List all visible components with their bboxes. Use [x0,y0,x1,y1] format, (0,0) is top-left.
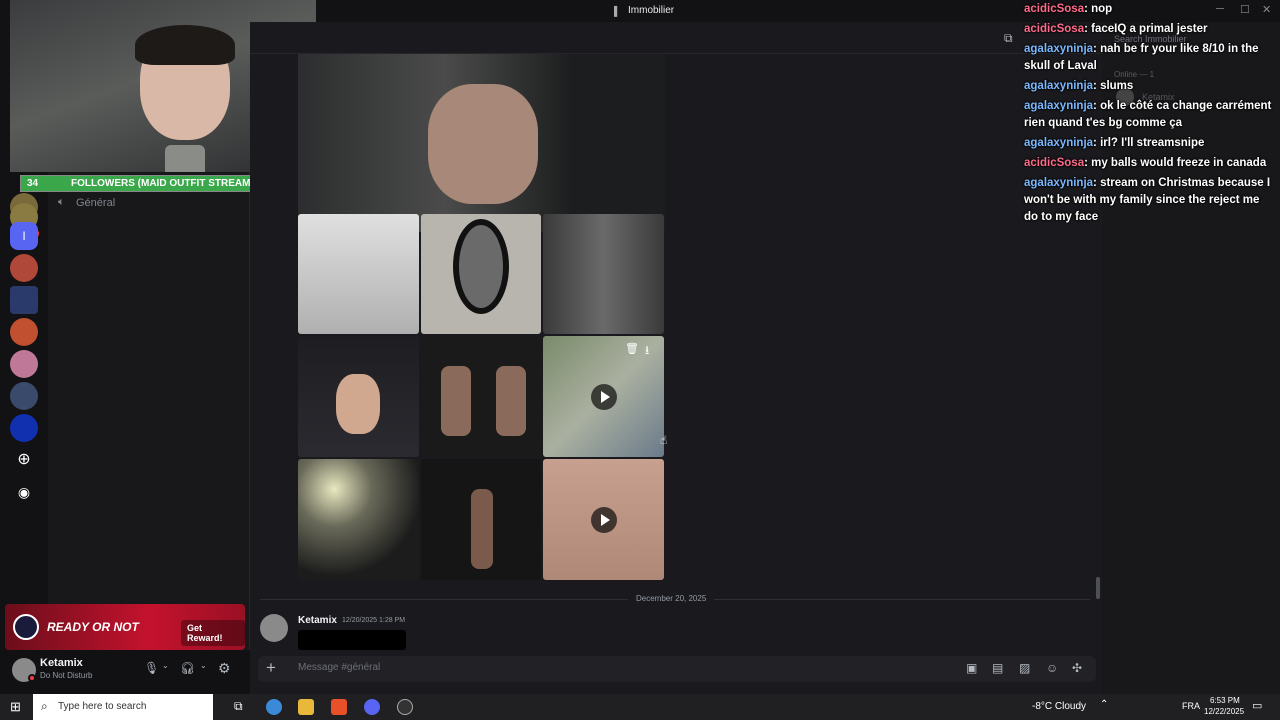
server-icon-4[interactable] [10,286,38,314]
add-server-icon[interactable]: ⊕ [10,446,38,474]
message-author[interactable]: Ketamix [298,615,337,626]
gallery-image-large[interactable] [298,54,665,232]
play-icon[interactable] [590,383,617,410]
copilot-icon[interactable] [266,699,282,715]
chat-user: agalaxyninja [1024,100,1094,112]
chevron-down-icon[interactable]: ⌄ [200,661,207,670]
follower-label: FOLLOWERS (MAID OUTFIT STREAM) [71,178,254,189]
window-title: Immobilier [628,5,675,16]
taskbar-search-input[interactable]: Type here to search [58,701,146,712]
dnd-status-icon [28,674,36,682]
user-panel: Ketamix Do Not Disturb 🎙︎ ⌄ 🎧︎ ⌄ ⚙ [0,650,250,694]
chat-message: acidicSosa: faceIQ a primal jester [1024,23,1208,35]
message-redacted [298,630,406,650]
chat-message: agalaxyninja: ok le côté ca change carré… [1024,100,1272,129]
message-composer[interactable]: + Message #général ▣ ▤ ▨ ☺ ✣ [258,656,1096,682]
gallery-image[interactable] [421,336,541,457]
gear-icon[interactable]: ⚙ [218,660,231,677]
chat-user: agalaxyninja [1024,177,1094,189]
scrollbar-thumb[interactable] [1096,577,1100,599]
speaker-icon: 🔈︎ [58,196,65,208]
chat-user: agalaxyninja [1024,80,1094,92]
server-icon-7[interactable] [10,382,38,410]
streamer-hair [135,25,235,65]
chat-message: agalaxyninja: nah be fr your like 8/10 i… [1024,43,1259,72]
taskbar: ⊞ ⌕ Type here to search ⧉ -8°C Cloudy ⌃ … [0,694,1280,720]
gallery-video[interactable]: 🗑︎ ⭳ [543,336,664,457]
follower-current: 34 [27,178,39,189]
user-status: Do Not Disturb [40,671,93,680]
date-divider: December 20, 2025 [628,594,715,603]
sticker-icon[interactable]: ▨ [1019,661,1030,675]
chat-message: acidicSosa: my balls would freeze in can… [1024,157,1267,169]
server-icon-immobilier[interactable]: I [10,222,38,250]
brave-browser-icon[interactable] [331,699,347,715]
channel-hash-icon: ▌ [614,6,621,16]
photo-subject [428,84,538,204]
server-icon-8[interactable] [10,414,38,442]
chevron-up-icon[interactable]: ⌃ [1100,699,1108,710]
chat-user: acidicSosa [1024,3,1085,15]
microphone [165,145,205,172]
promo-banner[interactable]: READY OR NOT Get Reward! [5,604,245,650]
gallery-video[interactable] [543,459,664,580]
gallery-image[interactable] [421,459,541,580]
notification-icon[interactable]: ▭ [1252,699,1262,712]
voice-channel-general[interactable]: Général [76,197,115,209]
gif-icon[interactable]: ▤ [992,661,1003,675]
threads-icon[interactable]: ⧉ [1004,31,1013,46]
chat-message: agalaxyninja: irl? I'll streamsnipe [1024,137,1205,149]
promo-logo-text: READY OR NOT [47,620,139,634]
language-indicator[interactable]: FRA [1182,701,1200,711]
chat-message: agalaxyninja: stream on Christmas becaus… [1024,177,1271,223]
apps-icon[interactable]: ✣ [1072,661,1082,675]
taskbar-search[interactable]: ⌕ Type here to search [33,694,213,720]
gallery-image[interactable] [298,214,419,334]
delete-icon[interactable]: 🗑︎ [625,342,639,355]
chat-area: ⧉ 🗑︎ ⭳ ☝︎ December 20, 2025 Ketamix 12/2… [250,22,1102,694]
discord-icon[interactable] [364,699,380,715]
chat-user: agalaxyninja [1024,43,1094,55]
windows-start-icon[interactable]: ⊞ [10,699,21,715]
gallery-image[interactable] [421,214,541,334]
explore-icon[interactable]: ◉ [10,478,38,506]
stream-chat-overlay: acidicSosa: nop acidicSosa: faceIQ a pri… [1018,0,1280,223]
chat-user: acidicSosa [1024,23,1085,35]
message-input[interactable]: Message #général [298,662,380,673]
user-name[interactable]: Ketamix [40,657,83,669]
mouse-cursor: ☝︎ [660,433,668,447]
server-icon-6[interactable] [10,350,38,378]
gift-icon[interactable]: ▣ [966,661,977,675]
server-icon-3[interactable] [10,254,38,282]
microphone-icon[interactable]: 🎙︎ [144,661,159,675]
chat-message: acidicSosa: nop [1024,3,1113,15]
chat-message: agalaxyninja: slums [1024,80,1134,92]
task-view-icon[interactable]: ⧉ [234,699,243,714]
obs-icon[interactable] [397,699,413,715]
download-icon[interactable]: ⭳ [645,341,649,362]
play-icon[interactable] [590,506,617,533]
game-logo-icon [13,614,39,640]
gallery-image[interactable] [543,214,664,334]
get-reward-button[interactable]: Get Reward! [181,620,245,646]
server-icon-5[interactable] [10,318,38,346]
clock-time[interactable]: 6:53 PM [1210,696,1240,705]
weather-widget[interactable]: -8°C Cloudy [1032,701,1086,712]
chat-user: agalaxyninja [1024,137,1094,149]
chevron-down-icon[interactable]: ⌄ [162,661,169,670]
gallery-image[interactable] [298,336,419,457]
clock-date[interactable]: 12/22/2025 [1204,707,1244,716]
search-icon: ⌕ [41,699,48,713]
emoji-icon[interactable]: ☺ [1046,661,1058,675]
message-timestamp: 12/20/2025 1:28 PM [342,617,406,624]
attach-plus-icon[interactable]: + [266,658,276,678]
headphones-icon[interactable]: 🎧︎ [180,661,195,675]
chat-user: acidicSosa [1024,157,1085,169]
channel-header: ⧉ [250,22,1102,54]
gallery-image[interactable] [298,459,419,580]
file-explorer-icon[interactable] [298,699,314,715]
avatar[interactable] [260,614,288,642]
